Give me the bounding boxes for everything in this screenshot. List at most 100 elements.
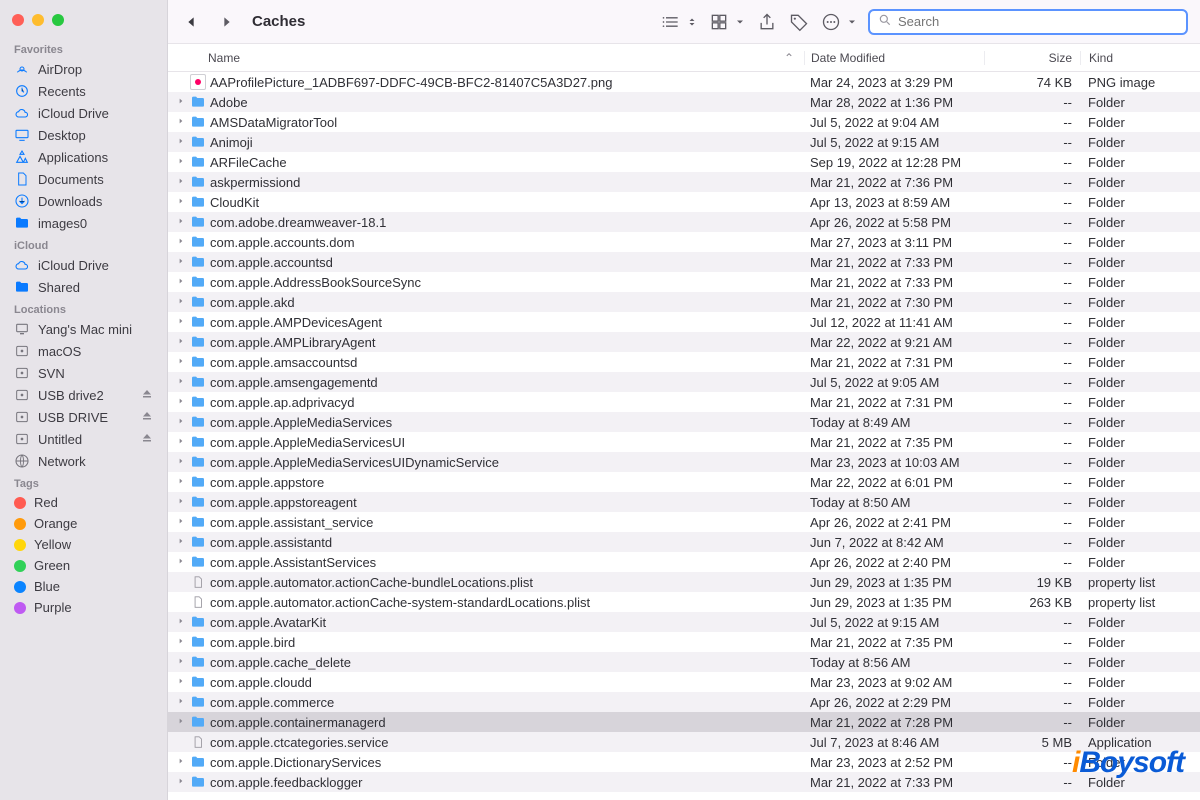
- minimize-window-button[interactable]: [32, 14, 44, 26]
- file-row[interactable]: com.apple.AppleMediaServicesUI Mar 21, 2…: [168, 432, 1200, 452]
- search-input[interactable]: [898, 14, 1178, 29]
- file-row[interactable]: Animoji Jul 5, 2022 at 9:15 AM -- Folder: [168, 132, 1200, 152]
- nav-back-button[interactable]: [180, 11, 202, 33]
- nav-forward-button[interactable]: [216, 11, 238, 33]
- file-row[interactable]: com.apple.automator.actionCache-bundleLo…: [168, 572, 1200, 592]
- disclosure-triangle[interactable]: [176, 197, 186, 208]
- view-mode-list-button[interactable]: [660, 11, 698, 33]
- sidebar-item[interactable]: USB drive2: [0, 384, 167, 406]
- sidebar-item[interactable]: Shared: [0, 276, 167, 298]
- sidebar-item[interactable]: Desktop: [0, 124, 167, 146]
- disclosure-triangle[interactable]: [176, 777, 186, 788]
- file-row[interactable]: com.apple.accountsd Mar 21, 2022 at 7:33…: [168, 252, 1200, 272]
- disclosure-triangle[interactable]: [176, 257, 186, 268]
- action-menu-button[interactable]: [820, 11, 858, 33]
- file-row[interactable]: com.apple.assistant_service Apr 26, 2022…: [168, 512, 1200, 532]
- sidebar-tag[interactable]: Purple: [0, 597, 167, 618]
- disclosure-triangle[interactable]: [176, 517, 186, 528]
- disclosure-triangle[interactable]: [176, 237, 186, 248]
- close-window-button[interactable]: [12, 14, 24, 26]
- file-row[interactable]: com.apple.AppleMediaServices Today at 8:…: [168, 412, 1200, 432]
- sidebar-item[interactable]: Downloads: [0, 190, 167, 212]
- file-row[interactable]: com.apple.AvatarKit Jul 5, 2022 at 9:15 …: [168, 612, 1200, 632]
- sidebar-item[interactable]: Untitled: [0, 428, 167, 450]
- disclosure-triangle[interactable]: [176, 177, 186, 188]
- disclosure-triangle[interactable]: [176, 557, 186, 568]
- disclosure-triangle[interactable]: [176, 137, 186, 148]
- file-row[interactable]: com.apple.AMPDevicesAgent Jul 12, 2022 a…: [168, 312, 1200, 332]
- disclosure-triangle[interactable]: [176, 457, 186, 468]
- file-row[interactable]: askpermissiond Mar 21, 2022 at 7:36 PM -…: [168, 172, 1200, 192]
- sidebar-item[interactable]: Network: [0, 450, 167, 472]
- sidebar-item[interactable]: Documents: [0, 168, 167, 190]
- file-row[interactable]: AAProfilePicture_1ADBF697-DDFC-49CB-BFC2…: [168, 72, 1200, 92]
- disclosure-triangle[interactable]: [176, 537, 186, 548]
- column-header-date[interactable]: Date Modified: [804, 51, 984, 65]
- file-row[interactable]: com.apple.appstore Mar 22, 2022 at 6:01 …: [168, 472, 1200, 492]
- disclosure-triangle[interactable]: [176, 697, 186, 708]
- file-row[interactable]: com.apple.appstoreagent Today at 8:50 AM…: [168, 492, 1200, 512]
- disclosure-triangle[interactable]: [176, 677, 186, 688]
- disclosure-triangle[interactable]: [176, 377, 186, 388]
- disclosure-triangle[interactable]: [176, 297, 186, 308]
- sidebar-tag[interactable]: Orange: [0, 513, 167, 534]
- file-row[interactable]: com.apple.automator.actionCache-system-s…: [168, 592, 1200, 612]
- file-row[interactable]: CloudKit Apr 13, 2023 at 8:59 AM -- Fold…: [168, 192, 1200, 212]
- file-row[interactable]: com.apple.ctcategories.service Jul 7, 20…: [168, 732, 1200, 752]
- disclosure-triangle[interactable]: [176, 117, 186, 128]
- disclosure-triangle[interactable]: [176, 437, 186, 448]
- disclosure-triangle[interactable]: [176, 717, 186, 728]
- sidebar-item[interactable]: Yang's Mac mini: [0, 318, 167, 340]
- file-row[interactable]: com.apple.amsaccountsd Mar 21, 2022 at 7…: [168, 352, 1200, 372]
- sidebar-tag[interactable]: Red: [0, 492, 167, 513]
- file-row[interactable]: com.apple.ap.adprivacyd Mar 21, 2022 at …: [168, 392, 1200, 412]
- sidebar-item[interactable]: Recents: [0, 80, 167, 102]
- eject-icon[interactable]: [141, 432, 153, 447]
- file-row[interactable]: com.adobe.dreamweaver-18.1 Apr 26, 2022 …: [168, 212, 1200, 232]
- eject-icon[interactable]: [141, 410, 153, 425]
- file-row[interactable]: com.apple.cloudd Mar 23, 2023 at 9:02 AM…: [168, 672, 1200, 692]
- file-row[interactable]: com.apple.DictionaryServices Mar 23, 202…: [168, 752, 1200, 772]
- sidebar-tag[interactable]: Green: [0, 555, 167, 576]
- sidebar-tag[interactable]: Yellow: [0, 534, 167, 555]
- disclosure-triangle[interactable]: [176, 657, 186, 668]
- file-row[interactable]: com.apple.AssistantServices Apr 26, 2022…: [168, 552, 1200, 572]
- sidebar-tag[interactable]: Blue: [0, 576, 167, 597]
- sidebar-item[interactable]: images0: [0, 212, 167, 234]
- sidebar-item[interactable]: iCloud Drive: [0, 102, 167, 124]
- file-row[interactable]: AMSDataMigratorTool Jul 5, 2022 at 9:04 …: [168, 112, 1200, 132]
- disclosure-triangle[interactable]: [176, 317, 186, 328]
- column-header-size[interactable]: Size: [984, 51, 1080, 65]
- file-row[interactable]: com.apple.feedbacklogger Mar 21, 2022 at…: [168, 772, 1200, 792]
- disclosure-triangle[interactable]: [176, 277, 186, 288]
- disclosure-triangle[interactable]: [176, 357, 186, 368]
- column-header-name[interactable]: Name ⌃: [168, 51, 804, 65]
- file-row[interactable]: com.apple.commerce Apr 26, 2022 at 2:29 …: [168, 692, 1200, 712]
- file-list[interactable]: AAProfilePicture_1ADBF697-DDFC-49CB-BFC2…: [168, 72, 1200, 800]
- file-row[interactable]: com.apple.accounts.dom Mar 27, 2023 at 3…: [168, 232, 1200, 252]
- file-row[interactable]: com.apple.AMPLibraryAgent Mar 22, 2022 a…: [168, 332, 1200, 352]
- file-row[interactable]: com.apple.akd Mar 21, 2022 at 7:30 PM --…: [168, 292, 1200, 312]
- sidebar-item[interactable]: USB DRIVE: [0, 406, 167, 428]
- sidebar-item[interactable]: SVN: [0, 362, 167, 384]
- file-row[interactable]: com.apple.bird Mar 21, 2022 at 7:35 PM -…: [168, 632, 1200, 652]
- sidebar-item[interactable]: macOS: [0, 340, 167, 362]
- sidebar-item[interactable]: AirDrop: [0, 58, 167, 80]
- file-row[interactable]: com.apple.cache_delete Today at 8:56 AM …: [168, 652, 1200, 672]
- disclosure-triangle[interactable]: [176, 217, 186, 228]
- disclosure-triangle[interactable]: [176, 417, 186, 428]
- file-row[interactable]: ARFileCache Sep 19, 2022 at 12:28 PM -- …: [168, 152, 1200, 172]
- disclosure-triangle[interactable]: [176, 477, 186, 488]
- sidebar-item[interactable]: Applications: [0, 146, 167, 168]
- file-row[interactable]: com.apple.AddressBookSourceSync Mar 21, …: [168, 272, 1200, 292]
- column-header-kind[interactable]: Kind: [1080, 51, 1200, 65]
- eject-icon[interactable]: [141, 388, 153, 403]
- search-field[interactable]: [868, 9, 1188, 35]
- disclosure-triangle[interactable]: [176, 337, 186, 348]
- fullscreen-window-button[interactable]: [52, 14, 64, 26]
- share-button[interactable]: [756, 11, 778, 33]
- file-row[interactable]: com.apple.AppleMediaServicesUIDynamicSer…: [168, 452, 1200, 472]
- disclosure-triangle[interactable]: [176, 497, 186, 508]
- tags-button[interactable]: [788, 11, 810, 33]
- disclosure-triangle[interactable]: [176, 97, 186, 108]
